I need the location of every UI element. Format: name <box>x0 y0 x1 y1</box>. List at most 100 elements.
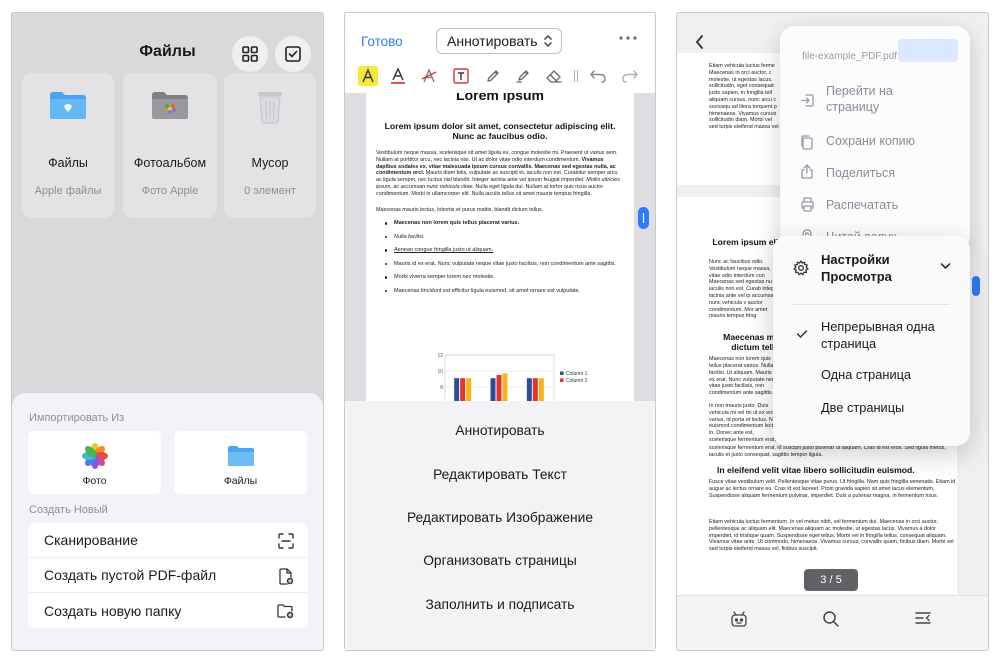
doc-subtitle: Lorem ipsum dolor sit amet, consectetur … <box>384 121 616 141</box>
ai-assistant-button[interactable] <box>730 610 748 628</box>
chart-tick-label: 12 <box>437 353 443 359</box>
bullet-item: Maecenas tincidunt est efficitur ligula … <box>385 288 624 295</box>
redo-button[interactable] <box>620 66 640 86</box>
underline-tool[interactable] <box>388 66 408 86</box>
select-button[interactable] <box>275 36 311 72</box>
list-collapse-icon <box>915 612 931 624</box>
edit-mode-menu: Аннотировать Редактировать Текст Редакти… <box>345 401 655 650</box>
page-heading: In eleifend velit vitae libero sollicitu… <box>717 464 915 475</box>
create-section-label: Создать Новый <box>29 504 108 516</box>
bullet-item: Maecenas non lorem quis tellus placerat … <box>385 220 624 227</box>
menu-item-annotate[interactable]: Аннотировать <box>345 423 655 438</box>
scan-button[interactable]: Сканирование <box>28 523 308 558</box>
bullet-item: Nulla facilisi. <box>385 234 624 241</box>
chart-tick-label: 8 <box>440 385 443 391</box>
divider <box>793 304 950 305</box>
scroll-handle[interactable] <box>638 207 649 229</box>
eraser-tool[interactable] <box>544 66 564 86</box>
chart-legend-swatch <box>560 371 564 375</box>
page-text: scelerisque fermentum erat, id suscipit … <box>709 444 946 458</box>
chevron-down-icon <box>940 263 951 269</box>
files-folder-icon <box>227 445 255 467</box>
import-photos-button[interactable]: Фото <box>28 431 161 494</box>
undo-icon <box>590 70 606 83</box>
scan-icon <box>278 533 294 549</box>
grid-view-button[interactable] <box>232 36 268 72</box>
create-folder-button[interactable]: Создать новую папку <box>28 593 308 628</box>
location-card-files[interactable]: Файлы Apple файлы <box>22 73 114 218</box>
outline-button[interactable] <box>914 610 932 626</box>
trash-can-icon <box>255 90 285 124</box>
chart-tick-label: 10 <box>437 369 443 375</box>
menu-item-edit-image[interactable]: Редактировать Изображение <box>345 510 655 525</box>
highlight-tool[interactable] <box>358 66 378 86</box>
page-text: Maecenas non lorem quis tellus placerat … <box>709 356 781 397</box>
chart-bar <box>496 375 502 401</box>
import-label: Файлы <box>223 475 258 487</box>
share-icon <box>800 164 814 179</box>
ellipsis-icon <box>619 36 637 40</box>
menu-item-organize-pages[interactable]: Организовать страницы <box>345 553 655 568</box>
strikethrough-tool[interactable] <box>419 66 439 86</box>
view-option-two[interactable]: Две страницы <box>821 399 904 416</box>
page-text: Etiam vehicula luctus ferme Maecenas in … <box>709 63 779 131</box>
bullet-item: Aenean congue fringilla justo ut aliquam… <box>385 247 624 254</box>
goto-page-icon <box>800 93 815 108</box>
location-subtitle: 0 элемент <box>244 185 296 197</box>
photos-folder-icon <box>151 90 189 120</box>
files-screen: Файлы Файлы Apple файлы Фотоальбом Фото … <box>12 13 323 650</box>
text-box-icon <box>453 68 469 84</box>
location-card-photoalbum[interactable]: Фотоальбом Фото Apple <box>123 73 217 218</box>
page-text: In non mauris justo. Duis vehicula mi ve… <box>709 402 780 443</box>
done-button[interactable]: Готово <box>361 34 403 49</box>
location-name: Фотоальбом <box>133 156 207 170</box>
menu-item-share[interactable]: Поделиться <box>826 165 895 181</box>
view-settings-toggle[interactable] <box>940 262 951 270</box>
mode-label: Аннотировать <box>447 33 538 49</box>
menu-item-fill-sign[interactable]: Заполнить и подписать <box>345 597 655 612</box>
menu-item-goto-page[interactable]: Перейти на страницу <box>826 83 893 115</box>
location-card-trash[interactable]: Мусор 0 элемент <box>224 73 316 218</box>
menu-item-print[interactable]: Распечатать <box>826 197 898 213</box>
undo-button[interactable] <box>588 66 608 86</box>
more-button[interactable] <box>617 32 639 44</box>
view-option-continuous[interactable]: Непрерывная одна страница <box>821 318 935 352</box>
pen-tool[interactable] <box>483 66 503 86</box>
bottom-toolbar <box>677 595 988 650</box>
row-label: Сканирование <box>44 532 138 548</box>
document-page: Lorem ipsum Lorem ipsum dolor sit amet, … <box>366 93 634 401</box>
chart-bar <box>532 378 538 401</box>
new-folder-icon <box>277 603 294 619</box>
page-indicator: 3 / 5 <box>804 569 858 591</box>
mode-selector[interactable]: Аннотировать <box>436 28 562 54</box>
create-pdf-button[interactable]: Создать пустой PDF-файл <box>28 558 308 593</box>
document-view[interactable]: Lorem ipsum Lorem ipsum dolor sit amet, … <box>345 93 655 401</box>
grid-icon <box>242 46 258 62</box>
page-text: Nunc ac faucibus odio. Vestibulum neque … <box>709 259 780 320</box>
document-actions-menu: file-example_PDF.pdf Перейти на страницу… <box>780 26 970 251</box>
view-option-single[interactable]: Одна страница <box>821 366 911 383</box>
menu-item-save-copy[interactable]: Сохрани копию <box>826 133 915 149</box>
print-icon <box>800 197 815 212</box>
chevron-updown-icon <box>543 33 553 49</box>
row-label: Создать пустой PDF-файл <box>44 567 217 583</box>
textbox-tool[interactable] <box>451 66 471 86</box>
bullet-item: Morbi viverra semper lorem nec molestie. <box>385 274 624 281</box>
import-files-button[interactable]: Файлы <box>174 431 307 494</box>
menu-item-edit-text[interactable]: Редактировать Текст <box>345 467 655 482</box>
filename-highlight <box>898 39 958 62</box>
chart-bar <box>526 378 532 401</box>
checkmark-icon <box>796 329 808 339</box>
search-icon <box>823 611 839 627</box>
redo-icon <box>622 70 638 83</box>
eraser-icon <box>546 70 562 83</box>
underline-text-icon <box>391 67 405 84</box>
toolbar-divider <box>571 66 581 86</box>
search-button[interactable] <box>822 610 840 628</box>
chart-bar <box>466 378 472 401</box>
scroll-handle[interactable] <box>972 276 980 296</box>
back-button[interactable] <box>695 34 705 50</box>
chart-legend-label: Column 2 <box>566 378 588 384</box>
marker-tool[interactable] <box>513 66 533 86</box>
chart-legend-swatch <box>560 378 564 382</box>
